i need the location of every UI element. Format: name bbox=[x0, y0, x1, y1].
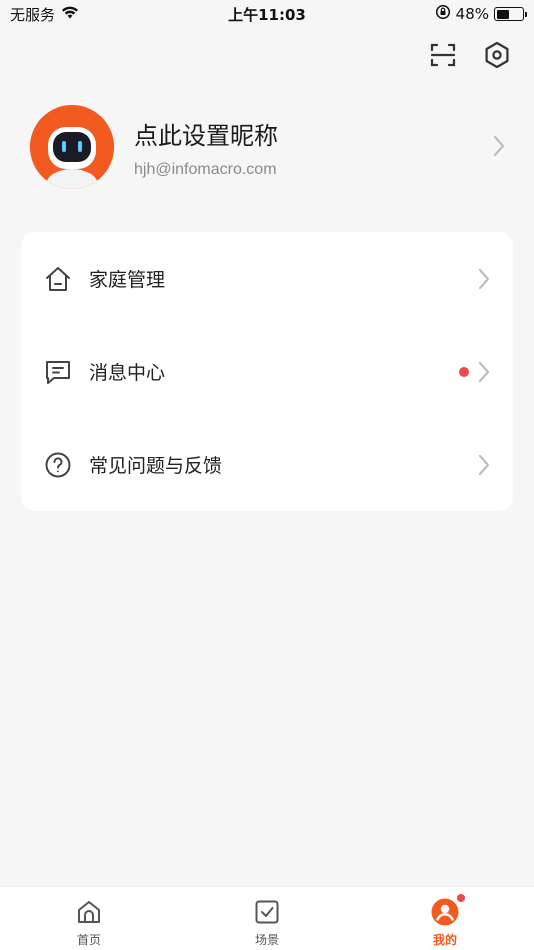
profile-tab-icon bbox=[430, 893, 466, 927]
battery-percent: 48% bbox=[455, 5, 489, 23]
tab-label: 场景 bbox=[254, 933, 279, 947]
tab-home[interactable]: 首页 bbox=[0, 887, 178, 950]
profile-text: 点此设置昵称 hjh@infomacro.com bbox=[134, 116, 510, 179]
tab-badge bbox=[456, 893, 466, 903]
chevron-right-icon bbox=[477, 268, 491, 290]
menu-item-label: 家庭管理 bbox=[89, 269, 166, 291]
chevron-right-icon bbox=[477, 454, 491, 476]
menu-item-faq-feedback[interactable]: 常见问题与反馈 bbox=[21, 418, 513, 511]
tab-scene[interactable]: 场景 bbox=[178, 887, 356, 950]
account-email: hjh@infomacro.com bbox=[134, 160, 277, 178]
avatar[interactable] bbox=[30, 105, 114, 189]
tab-label: 首页 bbox=[76, 933, 101, 947]
carrier-label: 无服务 bbox=[10, 5, 56, 24]
message-icon bbox=[43, 357, 73, 387]
chevron-right-icon bbox=[477, 361, 491, 383]
home-tab-icon bbox=[74, 897, 104, 927]
robot-avatar-icon bbox=[30, 105, 114, 189]
settings-hexagon-icon[interactable] bbox=[482, 40, 512, 70]
menu-item-message-center[interactable]: 消息中心 bbox=[21, 325, 513, 418]
profile-header[interactable]: 点此设置昵称 hjh@infomacro.com bbox=[30, 104, 510, 190]
rotation-lock-icon bbox=[435, 4, 451, 24]
battery-icon bbox=[494, 7, 527, 21]
tab-bar: 首页 场景 我的 bbox=[0, 886, 534, 950]
unread-badge bbox=[459, 366, 469, 377]
status-left: 无服务 bbox=[10, 4, 79, 25]
menu-item-label: 常见问题与反馈 bbox=[89, 455, 223, 477]
help-icon bbox=[43, 450, 73, 480]
battery-fill bbox=[496, 9, 509, 19]
status-bar: 无服务 上午11:03 48% bbox=[0, 0, 534, 28]
tab-profile[interactable]: 我的 bbox=[356, 887, 534, 950]
scan-icon[interactable] bbox=[428, 40, 458, 70]
nickname[interactable]: 点此设置昵称 bbox=[134, 116, 510, 151]
top-actions bbox=[428, 40, 512, 70]
status-right: 48% bbox=[435, 4, 527, 24]
menu-item-family-management[interactable]: 家庭管理 bbox=[21, 232, 513, 325]
menu-card: 家庭管理 消息中心 常见问题与反馈 bbox=[21, 232, 513, 511]
chevron-right-icon bbox=[492, 135, 506, 161]
wifi-icon bbox=[61, 5, 79, 23]
home-icon bbox=[43, 264, 73, 294]
scene-check-icon bbox=[252, 897, 282, 927]
menu-item-label: 消息中心 bbox=[89, 362, 166, 384]
tab-label: 我的 bbox=[432, 933, 457, 947]
